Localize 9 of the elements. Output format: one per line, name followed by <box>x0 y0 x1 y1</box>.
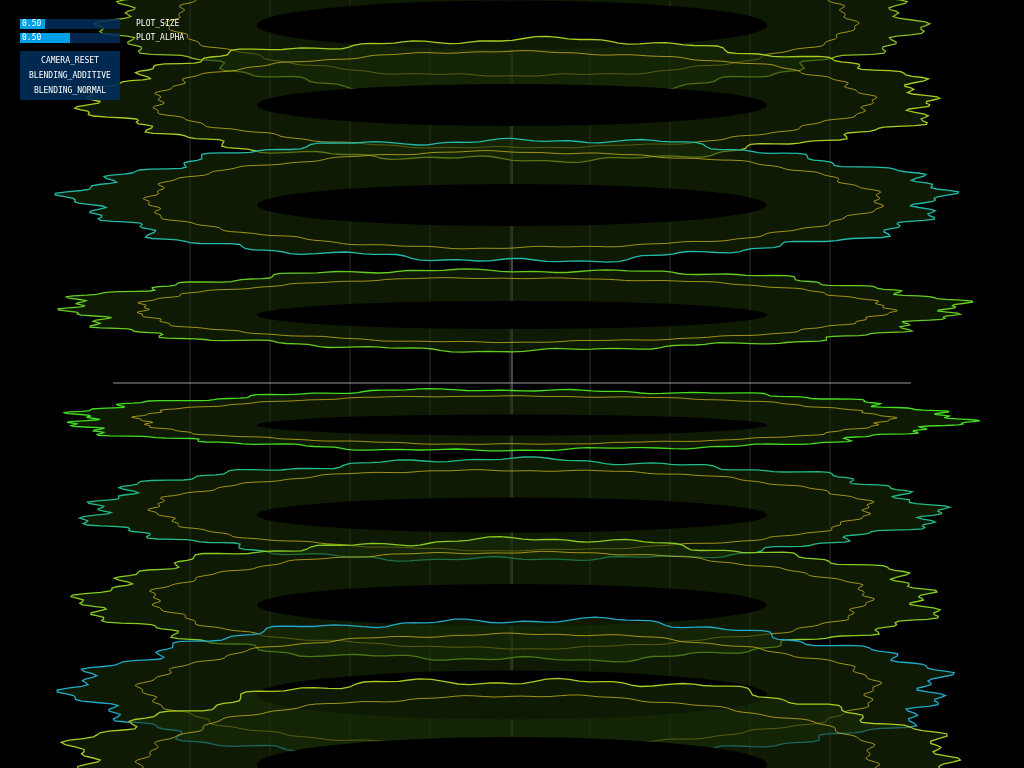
slider-fill[interactable]: 0.50 <box>20 33 70 43</box>
slider-track[interactable]: 0.50 <box>20 33 120 43</box>
toggle-button[interactable]: BLENDING_ADDITIVE <box>29 68 111 83</box>
toggle-button[interactable]: BLENDING_NORMAL <box>33 83 107 98</box>
slider-label: PLOT_SIZE <box>136 19 180 29</box>
slider-label: PLOT_ALPHA <box>136 33 185 43</box>
slider-track[interactable]: 0.50 <box>20 19 120 29</box>
toggle-button[interactable]: CAMERA_RESET <box>41 53 99 68</box>
slider-value: 0.50 <box>22 32 42 44</box>
